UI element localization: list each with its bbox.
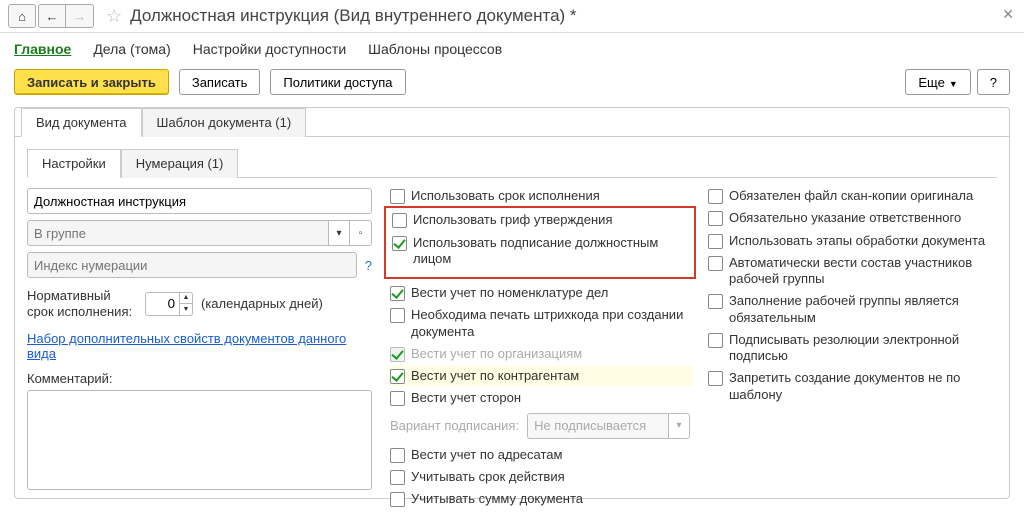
chk-use-stages[interactable]	[708, 234, 723, 249]
chk-sign-res[interactable]	[708, 333, 723, 348]
main-card: Вид документа Шаблон документа (1) Настр…	[14, 107, 1010, 499]
mid-column: Использовать срок исполнения Использоват…	[390, 188, 690, 513]
chk-forbid-nontemplate[interactable]	[708, 371, 723, 386]
chk-by-parties[interactable]	[390, 391, 405, 406]
lbl-use-due-date: Использовать срок исполнения	[411, 188, 600, 204]
tab-doc-template[interactable]: Шаблон документа (1)	[142, 108, 307, 137]
group-combo: ▾ ▫	[27, 220, 372, 246]
lbl-by-contractor: Вести учет по контрагентам	[411, 368, 579, 384]
index-help-icon[interactable]: ?	[365, 258, 372, 273]
chevron-down-icon: ▾	[336, 228, 341, 239]
chk-wg-required[interactable]	[708, 294, 723, 309]
index-input[interactable]	[27, 252, 357, 278]
sign-variant-dropdown[interactable]: ▾	[668, 413, 690, 439]
norm-term-label: Нормативный срок исполнения:	[27, 288, 137, 319]
additional-props-link[interactable]: Набор дополнительных свойств документов …	[27, 331, 372, 361]
lbl-wg-required: Заполнение рабочей группы является обяза…	[729, 293, 997, 326]
norm-term-spinner: ▲ ▼	[145, 292, 193, 316]
chk-use-stamp[interactable]	[392, 213, 407, 228]
save-close-button[interactable]: Записать и закрыть	[14, 69, 169, 95]
lbl-by-addressee: Вести учет по адресатам	[411, 447, 562, 463]
outer-tabs: Вид документа Шаблон документа (1)	[15, 108, 1009, 137]
sign-variant-input[interactable]	[527, 413, 668, 439]
left-column: ▾ ▫ ? Нормативный срок исполнения: ▲ ▼	[27, 188, 372, 493]
lbl-barcode: Необходима печать штрихкода при создании…	[411, 307, 690, 340]
nav-forward-button[interactable]: →	[66, 4, 94, 28]
lbl-responsible-required: Обязательно указание ответственного	[729, 210, 961, 226]
chk-validity[interactable]	[390, 470, 405, 485]
home-button[interactable]: ⌂	[8, 4, 36, 28]
right-column: Обязателен файл скан-копии оригинала Обя…	[708, 188, 997, 409]
inner-tabs: Настройки Нумерация (1)	[27, 149, 997, 178]
norm-term-down[interactable]: ▼	[180, 304, 192, 315]
toolbar: Записать и закрыть Записать Политики дос…	[0, 65, 1024, 99]
norm-term-input[interactable]	[145, 292, 179, 316]
sign-variant-label: Вариант подписания:	[390, 418, 519, 433]
more-button[interactable]: Еще ▼	[905, 69, 970, 95]
chevron-down-icon: ▼	[949, 79, 958, 89]
group-input[interactable]	[27, 220, 328, 246]
tab-numbering[interactable]: Нумерация (1)	[121, 149, 239, 178]
nav-templates[interactable]: Шаблоны процессов	[368, 41, 502, 57]
chk-responsible-required[interactable]	[708, 211, 723, 226]
norm-term-suffix: (календарных дней)	[201, 296, 323, 311]
window-title: Должностная инструкция (Вид внутреннего …	[130, 6, 576, 26]
more-button-label: Еще	[918, 75, 944, 90]
favorite-star-icon[interactable]: ☆	[106, 6, 122, 27]
chk-use-signing[interactable]	[392, 236, 407, 251]
lbl-scan-required: Обязателен файл скан-копии оригинала	[729, 188, 973, 204]
chk-barcode[interactable]	[390, 308, 405, 323]
lbl-forbid-nontemplate: Запретить создание документов не по шабл…	[729, 370, 997, 403]
nav-back-button[interactable]: ←	[38, 4, 66, 28]
close-icon[interactable]: ✕	[1002, 6, 1014, 23]
open-icon: ▫	[359, 228, 363, 239]
chk-scan-required[interactable]	[708, 189, 723, 204]
chk-use-due-date[interactable]	[390, 189, 405, 204]
lbl-sign-res: Подписывать резолюции электронной подпис…	[729, 332, 997, 365]
chk-nomenclature[interactable]	[390, 286, 405, 301]
chk-by-addressee[interactable]	[390, 448, 405, 463]
help-button[interactable]: ?	[977, 69, 1010, 95]
tab-settings[interactable]: Настройки	[27, 149, 121, 178]
lbl-validity: Учитывать срок действия	[411, 469, 565, 485]
chk-auto-wg[interactable]	[708, 256, 723, 271]
title-bar: ⌂ ← → ☆ Должностная инструкция (Вид внут…	[0, 0, 1024, 33]
norm-term-up[interactable]: ▲	[180, 293, 192, 305]
inner-panel: Настройки Нумерация (1) ▾ ▫ ?	[15, 137, 1009, 513]
comment-textarea[interactable]	[27, 390, 372, 490]
access-policies-button[interactable]: Политики доступа	[270, 69, 405, 95]
lbl-auto-wg: Автоматически вести состав участников ра…	[729, 255, 997, 288]
group-dropdown-button[interactable]: ▾	[328, 220, 350, 246]
chevron-down-icon: ▾	[676, 420, 681, 431]
nav-access[interactable]: Настройки доступности	[193, 41, 346, 57]
chk-sum[interactable]	[390, 492, 405, 507]
lbl-use-stages: Использовать этапы обработки документа	[729, 233, 985, 249]
group-open-button[interactable]: ▫	[350, 220, 372, 246]
chk-by-contractor[interactable]	[390, 369, 405, 384]
nav-links: Главное Дела (тома) Настройки доступност…	[0, 33, 1024, 65]
lbl-use-signing: Использовать подписание должностным лицо…	[413, 235, 688, 268]
chk-by-org	[390, 347, 405, 362]
lbl-by-org: Вести учет по организациям	[411, 346, 582, 362]
lbl-by-parties: Вести учет сторон	[411, 390, 521, 406]
highlight-box: Использовать гриф утверждения Использова…	[384, 206, 696, 279]
nav-cases[interactable]: Дела (тома)	[93, 41, 170, 57]
lbl-nomenclature: Вести учет по номенклатуре дел	[411, 285, 608, 301]
lbl-sum: Учитывать сумму документа	[411, 491, 583, 507]
nav-main[interactable]: Главное	[14, 41, 71, 57]
comment-label: Комментарий:	[27, 371, 372, 386]
save-button[interactable]: Записать	[179, 69, 261, 95]
tab-doc-type[interactable]: Вид документа	[21, 108, 142, 137]
name-input[interactable]	[27, 188, 372, 214]
lbl-use-stamp: Использовать гриф утверждения	[413, 212, 612, 228]
